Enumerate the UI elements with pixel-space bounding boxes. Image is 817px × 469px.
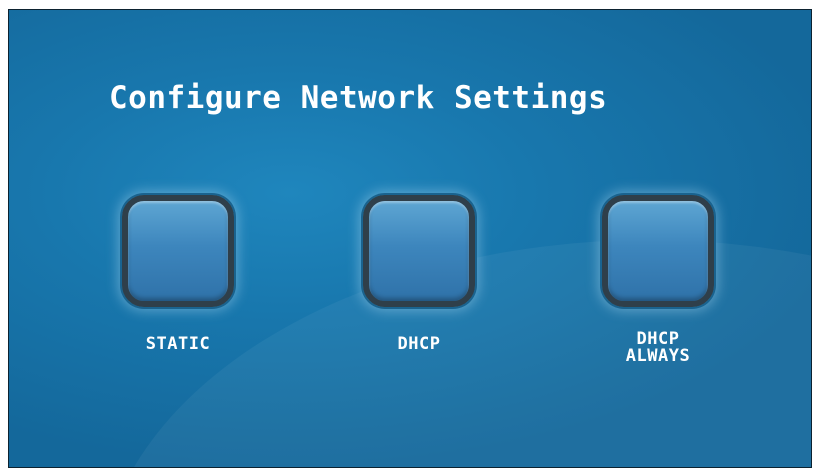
- page-title: Configure Network Settings: [109, 80, 608, 116]
- network-settings-screen: Configure Network Settings STATIC DHCP D…: [8, 9, 812, 468]
- display-frame: Configure Network Settings STATIC DHCP D…: [0, 0, 817, 469]
- option-static: STATIC: [98, 195, 258, 395]
- static-button[interactable]: [122, 195, 234, 307]
- static-label-text: STATIC: [145, 334, 211, 354]
- option-dhcp: DHCP: [339, 195, 499, 395]
- static-label: STATIC: [98, 336, 258, 353]
- dhcp-always-label-line-2: ALWAYS: [625, 346, 691, 366]
- option-dhcp-always: DHCP ALWAYS: [578, 195, 738, 395]
- dhcp-always-button[interactable]: [602, 195, 714, 307]
- dhcp-label: DHCP: [339, 336, 499, 353]
- dhcp-always-label: DHCP ALWAYS: [578, 331, 738, 365]
- dhcp-label-text: DHCP: [397, 334, 441, 354]
- dhcp-button[interactable]: [363, 195, 475, 307]
